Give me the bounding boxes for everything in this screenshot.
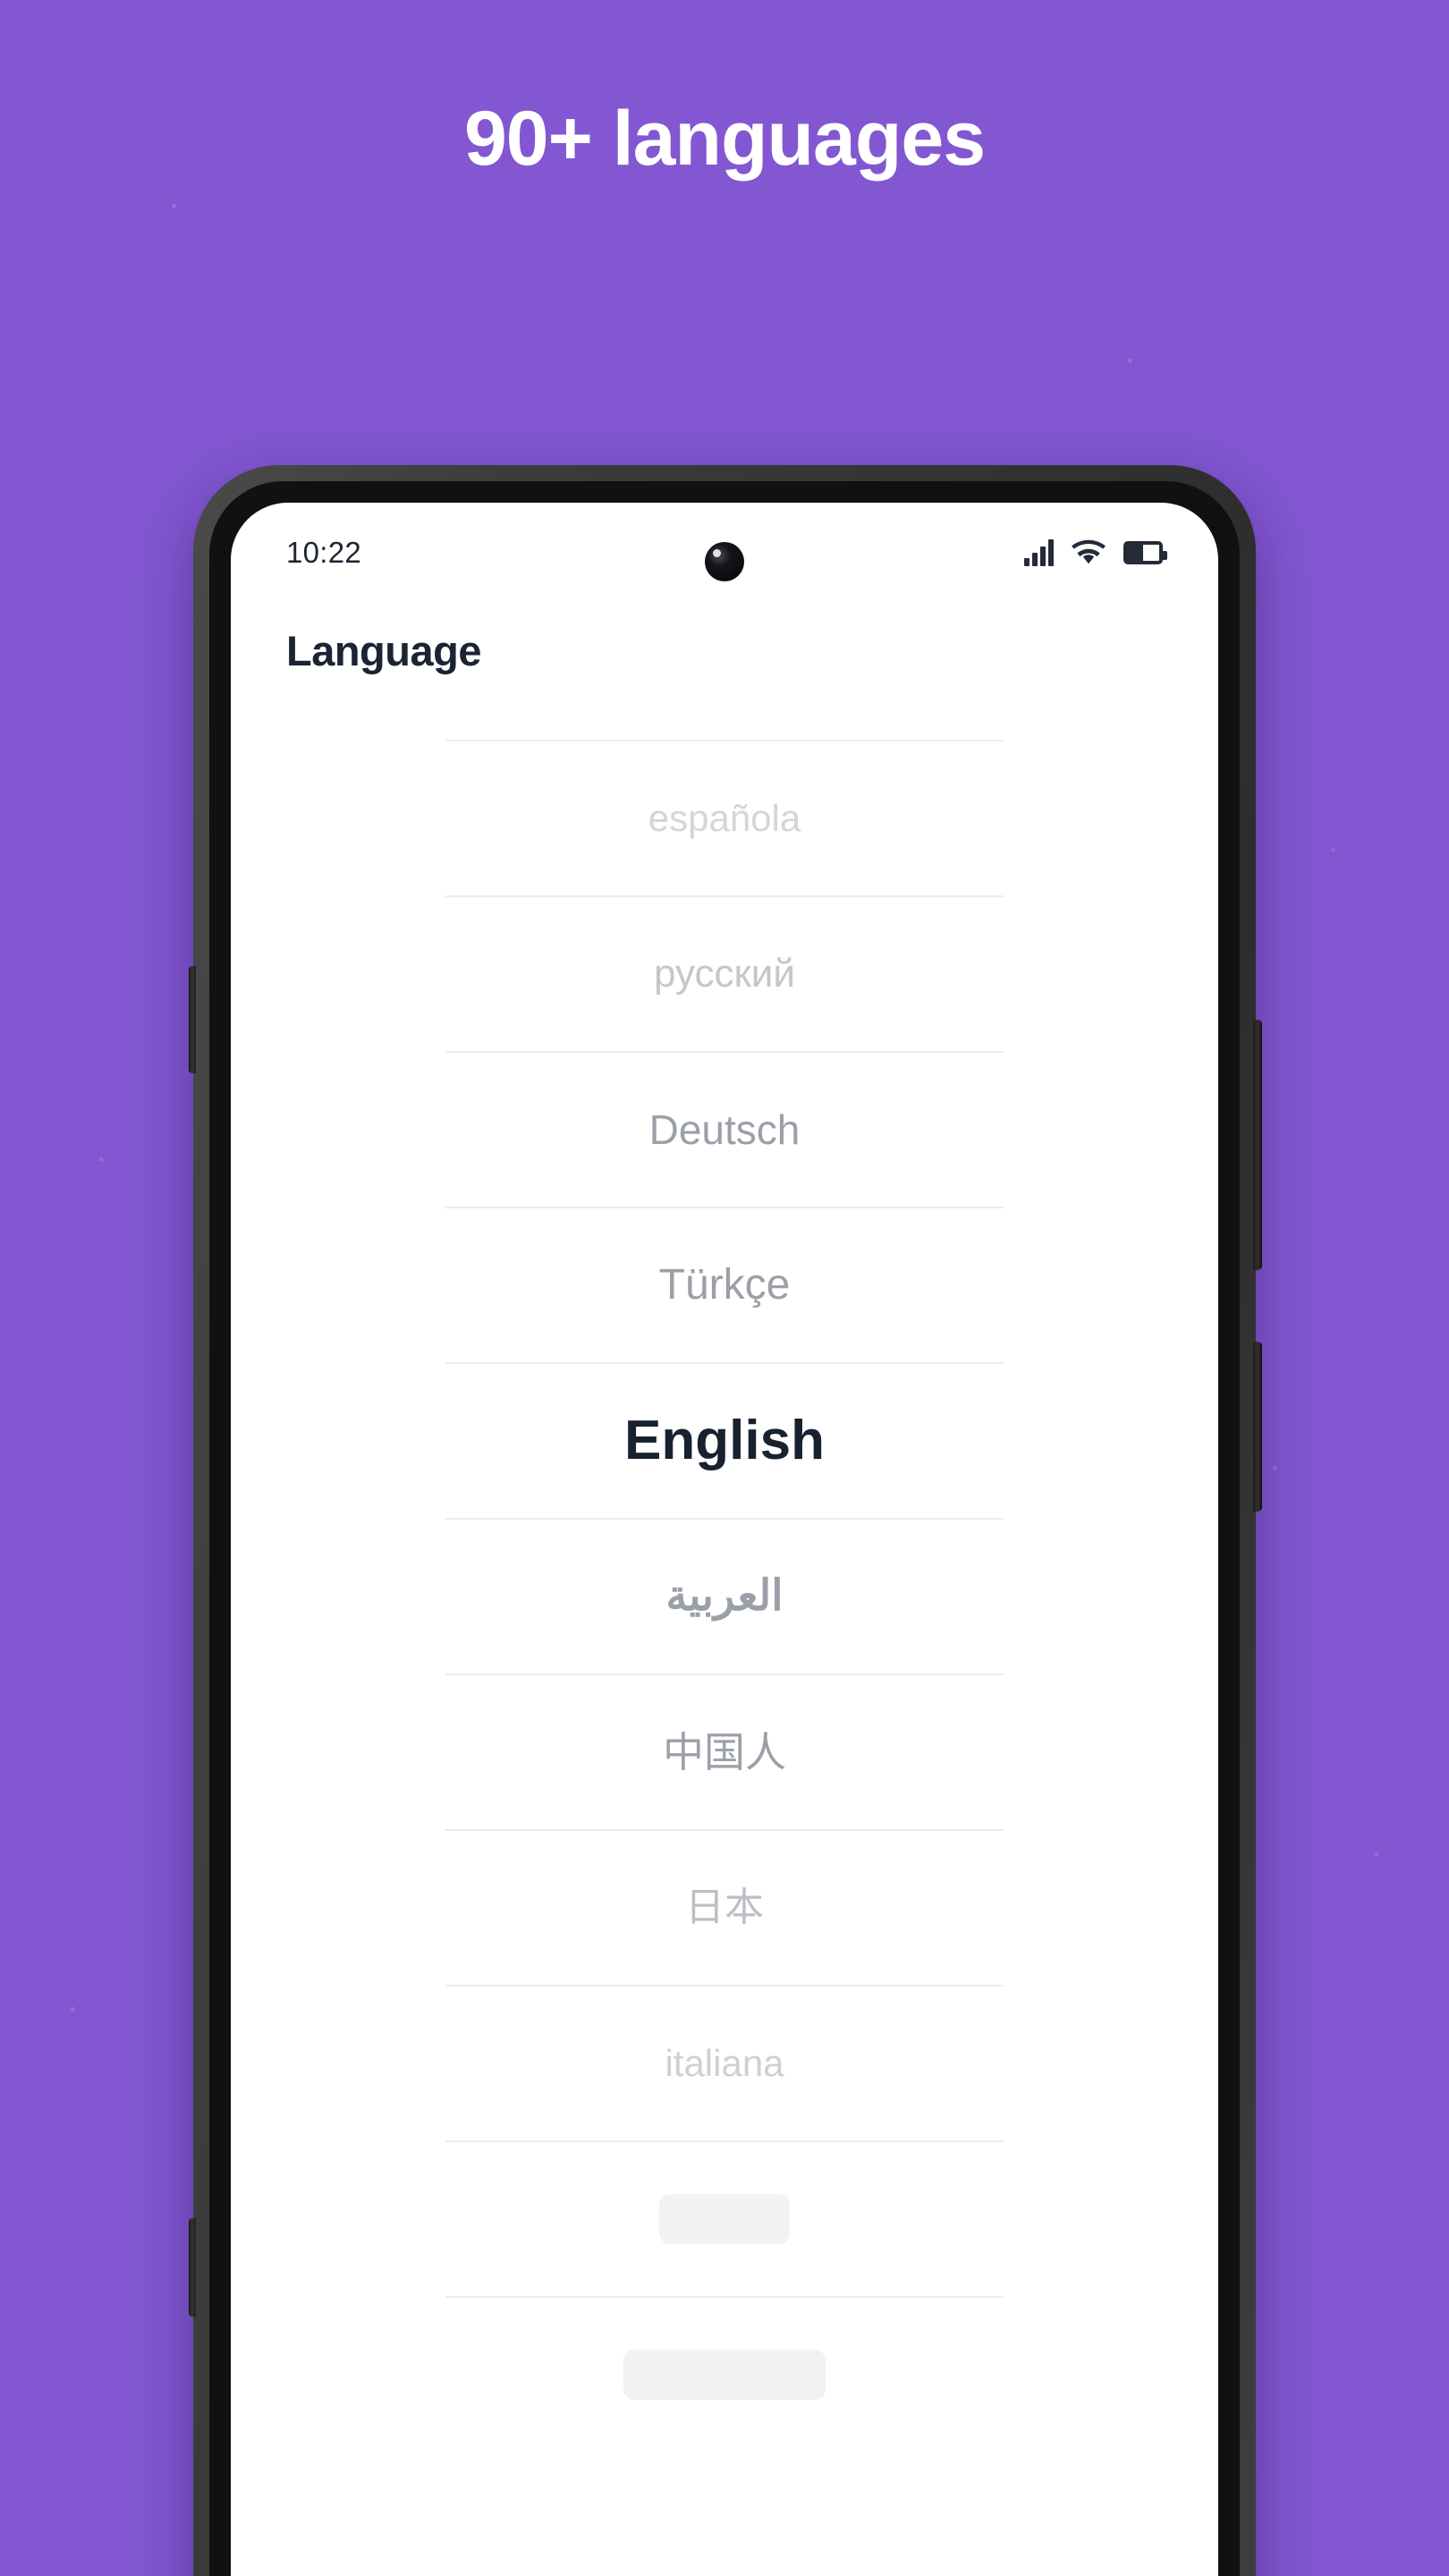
language-item[interactable]: Türkçe bbox=[445, 1207, 1004, 1362]
volume-rocker-button[interactable] bbox=[1253, 1020, 1262, 1270]
language-picker-list[interactable]: española русский Deutsch Türkçe English العرب… bbox=[231, 740, 1218, 2452]
language-item[interactable]: Deutsch bbox=[445, 1051, 1004, 1207]
language-item-label: Deutsch bbox=[648, 1106, 801, 1153]
skeleton-pill bbox=[659, 2194, 790, 2244]
left-side-button-top[interactable] bbox=[189, 966, 196, 1073]
wifi-icon bbox=[1072, 538, 1106, 569]
status-bar: 10:22 bbox=[231, 503, 1218, 603]
language-item-placeholder[interactable] bbox=[445, 2140, 1004, 2296]
skeleton-pill bbox=[623, 2350, 826, 2400]
status-icons-group bbox=[1024, 538, 1167, 569]
language-item[interactable]: italiana bbox=[445, 1985, 1004, 2140]
language-item-label: Türkçe bbox=[658, 1261, 791, 1309]
promo-screenshot: 90+ languages 10:22 Language española ру… bbox=[0, 0, 1449, 2576]
status-time: 10:22 bbox=[286, 536, 362, 569]
language-item-label: italiana bbox=[665, 2042, 784, 2084]
page-title: Language bbox=[286, 627, 481, 674]
punch-hole-camera-icon bbox=[705, 542, 744, 581]
language-item[interactable]: English bbox=[445, 1362, 1004, 1518]
power-button[interactable] bbox=[1253, 1342, 1262, 1512]
language-item[interactable]: 中国人 bbox=[445, 1674, 1004, 1829]
battery-icon bbox=[1123, 541, 1167, 564]
signal-icon bbox=[1024, 539, 1054, 566]
promo-headline: 90+ languages bbox=[463, 96, 986, 182]
language-item-label: 中国人 bbox=[663, 1729, 786, 1775]
language-item-label: 日本 bbox=[685, 1885, 764, 1929]
language-item-label: English bbox=[624, 1410, 825, 1471]
language-item[interactable]: العربية bbox=[445, 1518, 1004, 1674]
language-item-placeholder[interactable] bbox=[445, 2296, 1004, 2452]
language-item[interactable]: русский bbox=[445, 895, 1004, 1051]
language-item[interactable]: 日本 bbox=[445, 1829, 1004, 1985]
language-item-label: española bbox=[648, 797, 801, 839]
left-side-button-bottom[interactable] bbox=[189, 2218, 196, 2317]
phone-screen: 10:22 Language española русский Deutsch … bbox=[231, 503, 1218, 2576]
language-item-label: العربية bbox=[665, 1572, 784, 1620]
language-item[interactable]: española bbox=[445, 740, 1004, 895]
language-item-label: русский bbox=[654, 952, 795, 996]
phone-device-frame: 10:22 Language española русский Deutsch … bbox=[189, 465, 1262, 2576]
